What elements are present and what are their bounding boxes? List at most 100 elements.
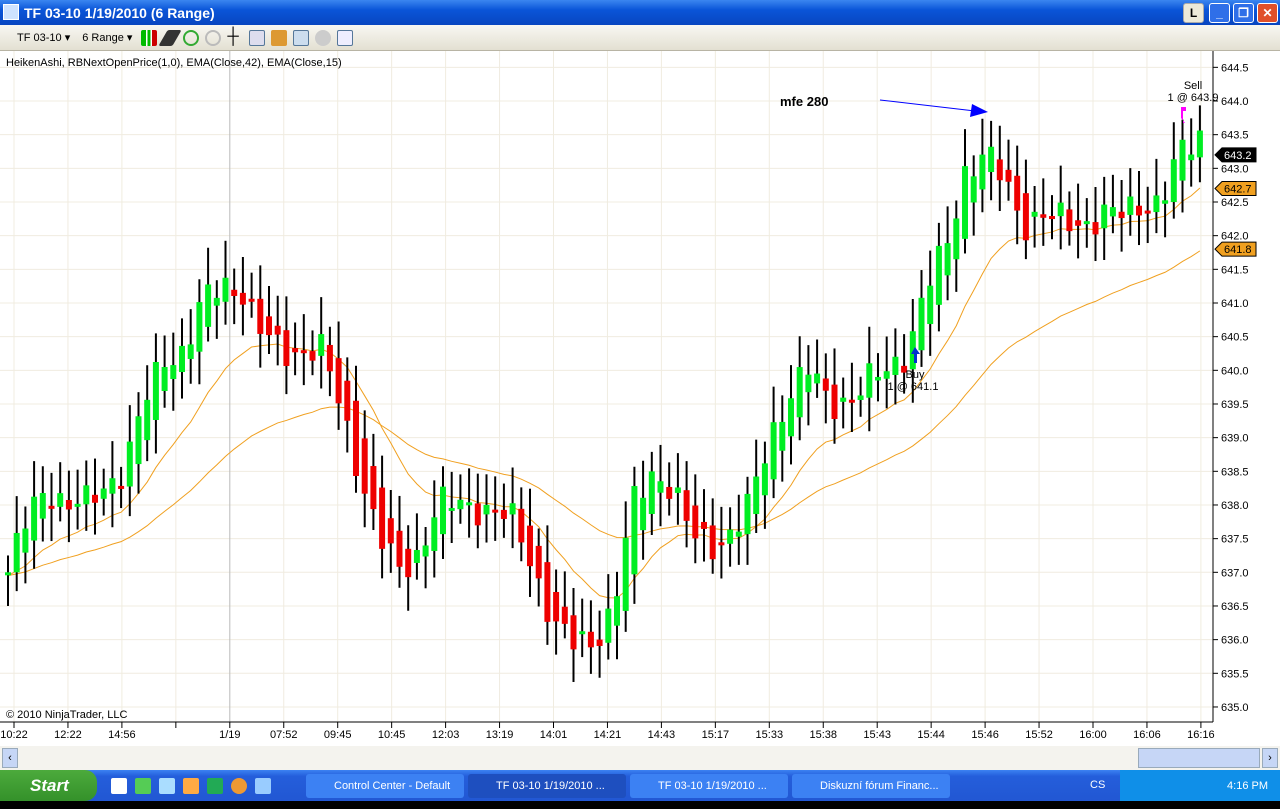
task-control-center[interactable]: Control Center - Default [306,773,464,798]
link-button[interactable]: L [1183,3,1204,23]
mfe-annotation: mfe 280 [780,94,828,109]
mfe-arrow-line [879,99,976,112]
x-tick-label: 13:19 [486,729,514,741]
zoom-in-icon[interactable] [183,29,200,46]
candle-body [1188,154,1195,161]
sell-label: Sell [1184,80,1202,92]
candle-body [1101,204,1108,229]
candle-body [135,416,142,465]
candle-body [1049,216,1055,220]
x-tick-label: 09:45 [324,729,352,741]
y-tick-label: 636.0 [1221,635,1249,647]
language-indicator[interactable]: CS [1090,779,1105,791]
y-tick-label: 635.0 [1221,702,1249,714]
candle-body [13,532,20,573]
horizontal-scrollbar[interactable]: ‹ › [0,746,1280,770]
x-tick-label: 14:01 [540,729,568,741]
x-tick-label: 12:03 [432,729,460,741]
candle-body [544,562,551,622]
sell-detail: 1 @ 643.9 [1168,92,1219,104]
chrome-icon[interactable] [231,777,247,794]
quicklaunch-icon[interactable] [135,777,151,794]
candle-body [614,596,620,626]
quicklaunch-icon[interactable] [183,777,199,794]
candle-body [57,493,64,507]
window-title: TF 03-10 1/19/2010 (6 Range) [24,4,215,21]
chart-style-icon[interactable] [141,29,158,46]
ema15-marker: 642.7 [1224,184,1252,196]
price-chart[interactable]: 644.5 644.0 643.5 643.0 642.5 642.0 641.5 641.0… [0,51,1280,746]
candle-body [535,545,542,579]
scroll-thumb[interactable] [1138,748,1260,768]
candle-body [587,631,594,648]
candle-body [727,529,734,544]
minimize-button[interactable]: _ [1209,3,1230,23]
title-bar: TF 03-10 1/19/2010 (6 Range) L _ ❐ ✕ [0,0,1280,25]
candle-body [805,374,812,393]
candle-body [692,505,699,539]
candle-body [1057,202,1064,217]
candle-body [126,441,133,487]
scroll-left-button[interactable]: ‹ [2,748,18,768]
zoom-out-icon[interactable] [205,29,222,46]
indicators-label: HeikenAshi, RBNextOpenPrice(1,0), EMA(Cl… [6,57,342,69]
y-tick-label: 639.5 [1221,399,1249,411]
y-tick-label: 642.5 [1221,197,1249,209]
close-button[interactable]: ✕ [1257,3,1278,23]
candle-body [474,503,481,526]
y-tick-label: 641.5 [1221,264,1249,276]
candle-body [309,351,316,361]
task-firefox[interactable]: Diskuzní fórum Financ... [792,773,950,798]
candle-body [39,493,46,519]
crosshair-icon[interactable]: ┼ [227,28,243,46]
restore-button[interactable]: ❐ [1233,3,1254,23]
x-tick-label: 15:44 [917,729,945,741]
excel-icon[interactable] [207,777,223,794]
quicklaunch-icon[interactable] [159,777,175,794]
candle-body [83,485,90,505]
candle-body [657,481,664,493]
candle-body [788,398,794,437]
instrument-selector[interactable]: TF 03-10 ▾ [14,31,73,45]
candle-body [483,504,490,515]
task-chart-1[interactable]: TF 03-10 1/19/2010 ... [468,773,626,798]
start-button[interactable]: Start [0,770,97,801]
properties-icon[interactable] [337,29,354,46]
system-tray: CS 4:16 PM [1090,770,1280,801]
candle-body [31,496,38,541]
drawing-tool-icon[interactable] [158,29,183,46]
x-tick-label: 16:16 [1187,729,1215,741]
candle-body [170,365,177,379]
candle-body [440,486,446,535]
y-tick-label: 644.5 [1221,62,1249,74]
strategies-icon[interactable] [271,29,288,46]
candle-body [179,345,185,373]
x-tick-label: 14:43 [648,729,676,741]
candle-body [65,499,72,510]
candle-body [92,494,98,503]
indicators-icon[interactable] [293,29,310,46]
data-box-icon[interactable] [249,29,266,46]
x-tick-label: 16:06 [1133,729,1161,741]
task-chart-2[interactable]: TF 03-10 1/19/2010 ... [630,773,788,798]
candle-body [396,530,403,567]
quicklaunch-icon[interactable] [255,777,271,794]
ema42-line [7,250,1201,577]
y-tick-label: 642.0 [1221,231,1249,243]
candle-body [492,509,499,513]
scroll-right-button[interactable]: › [1262,748,1278,768]
x-tick-label: 15:17 [702,729,730,741]
period-selector[interactable]: 6 Range ▾ [79,31,135,45]
candle-body [848,399,855,403]
candle-body [1179,139,1186,181]
candle-body [335,358,342,404]
disabled-icon[interactable] [315,29,332,46]
candle-body [1022,193,1029,241]
candle-body [761,463,768,496]
clock: 4:16 PM [1227,779,1268,792]
candle-body [466,502,473,506]
x-tick-label: 15:33 [756,729,784,741]
quicklaunch-icon[interactable] [111,777,127,794]
candle-body [814,373,821,384]
y-tick-label: 637.0 [1221,567,1249,579]
